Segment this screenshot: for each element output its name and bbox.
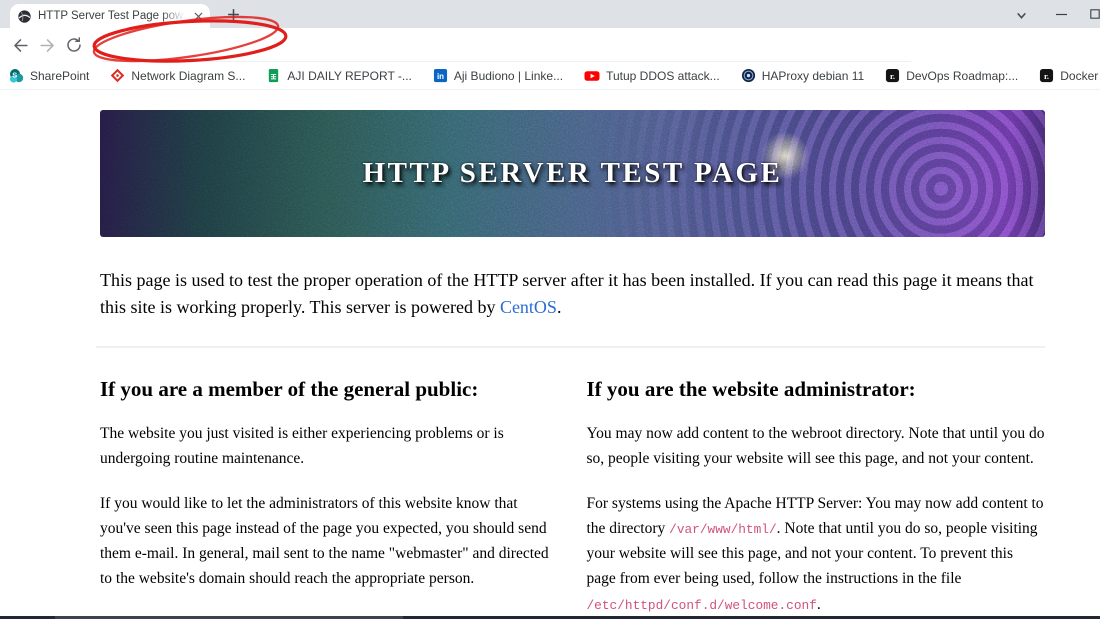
general-public-paragraph: The website you just visited is either e… bbox=[100, 421, 559, 472]
tab-search-chevron-icon[interactable] bbox=[1012, 6, 1030, 24]
bookmark-sharepoint[interactable]: S SharePoint bbox=[8, 68, 89, 84]
reload-icon[interactable] bbox=[62, 33, 86, 57]
website-admin-paragraph: For systems using the Apache HTTP Server… bbox=[587, 491, 1046, 617]
bookmark-aji-daily-report[interactable]: AJI DAILY REPORT -... bbox=[266, 68, 412, 83]
inline-text: This page is used to test the proper ope… bbox=[100, 270, 1034, 317]
bookmark-label: SharePoint bbox=[30, 68, 90, 83]
page-title: HTTP SERVER TEST PAGE bbox=[362, 157, 783, 189]
roadmap-sh-icon: r. bbox=[1039, 68, 1054, 83]
linkedin-icon: in bbox=[433, 68, 448, 83]
general-public-paragraph: If you would like to let the administrat… bbox=[100, 491, 559, 592]
bookmark-linkedin[interactable]: in Aji Budiono | Linke... bbox=[433, 68, 563, 83]
bookmark-label: Network Diagram S... bbox=[131, 68, 246, 83]
intro-paragraph: This page is used to test the proper ope… bbox=[100, 267, 1045, 321]
website-admin-heading: If you are the website administrator: bbox=[586, 377, 916, 401]
inline-text: You may now add content to the webroot d… bbox=[586, 425, 1045, 468]
browser-toolbar: Not secure 192.168.77.83 bbox=[0, 28, 1100, 89]
globe-favicon-icon bbox=[17, 9, 32, 24]
svg-text:in: in bbox=[437, 72, 444, 81]
website-admin-paragraph: You may now add content to the webroot d… bbox=[587, 421, 1046, 472]
bookmark-label: DevOps Roadmap:... bbox=[906, 68, 1019, 83]
new-tab-button[interactable] bbox=[224, 5, 242, 23]
bookmark-network-diagram[interactable]: Network Diagram S... bbox=[110, 68, 245, 83]
bookmark-label: Tutup DDOS attack... bbox=[606, 68, 720, 83]
browser-tab[interactable]: HTTP Server Test Page powered bbox=[10, 4, 210, 28]
bookmark-label: AJI DAILY REPORT -... bbox=[287, 68, 412, 83]
inline-text: . bbox=[816, 595, 821, 613]
inline-code: /etc/httpd/conf.d/welcome.conf bbox=[586, 597, 817, 613]
bookmark-label: Aji Budiono | Linke... bbox=[453, 68, 564, 83]
tab-title: HTTP Server Test Page powered bbox=[38, 10, 188, 22]
svg-text:S: S bbox=[12, 70, 17, 79]
roadmap-sh-icon: r. bbox=[885, 68, 900, 83]
general-public-column: If you are a member of the general publi… bbox=[100, 348, 559, 616]
inline-text: The website you just visited is either e… bbox=[100, 425, 504, 468]
page-viewport: HTTP SERVER TEST PAGE This page is used … bbox=[0, 90, 1100, 616]
svg-text:r.: r. bbox=[1044, 71, 1049, 81]
bookmark-devops-roadmap[interactable]: r. DevOps Roadmap:... bbox=[885, 68, 1018, 83]
window-minimize-button[interactable] bbox=[1048, 3, 1074, 25]
bookmark-label: Docker Roadmap -... bbox=[1060, 68, 1100, 83]
haproxy-globe-icon bbox=[741, 68, 756, 83]
inline-code: /var/www/html/ bbox=[669, 521, 777, 537]
sharepoint-icon: S bbox=[8, 68, 24, 84]
bookmark-label: HAProxy debian 11 bbox=[761, 68, 865, 83]
youtube-icon bbox=[584, 68, 600, 84]
window-maximize-button[interactable] bbox=[1082, 3, 1100, 25]
forward-icon[interactable] bbox=[35, 33, 59, 57]
drawio-diamond-icon bbox=[110, 68, 125, 83]
general-public-heading: If you are a member of the general publi… bbox=[100, 377, 479, 401]
inline-text: . bbox=[556, 297, 562, 317]
bookmark-haproxy[interactable]: HAProxy debian 11 bbox=[741, 68, 865, 83]
google-sheets-icon bbox=[266, 68, 281, 83]
inline-link[interactable]: CentOS bbox=[500, 297, 557, 317]
bookmark-tutup-ddos[interactable]: Tutup DDOS attack... bbox=[584, 68, 720, 84]
bookmarks-bar: S SharePoint Network Diagram S... AJI DA… bbox=[0, 62, 1100, 90]
svg-text:r.: r. bbox=[890, 71, 895, 81]
inline-text: If you would like to let the administrat… bbox=[100, 494, 549, 588]
tab-strip: HTTP Server Test Page powered bbox=[0, 0, 1100, 28]
back-icon[interactable] bbox=[8, 33, 32, 57]
bookmark-docker-roadmap[interactable]: r. Docker Roadmap -... bbox=[1039, 68, 1100, 83]
banner-image: HTTP SERVER TEST PAGE bbox=[100, 110, 1045, 237]
website-admin-column: If you are the website administrator: Yo… bbox=[587, 348, 1046, 616]
tab-close-icon[interactable] bbox=[194, 11, 203, 21]
